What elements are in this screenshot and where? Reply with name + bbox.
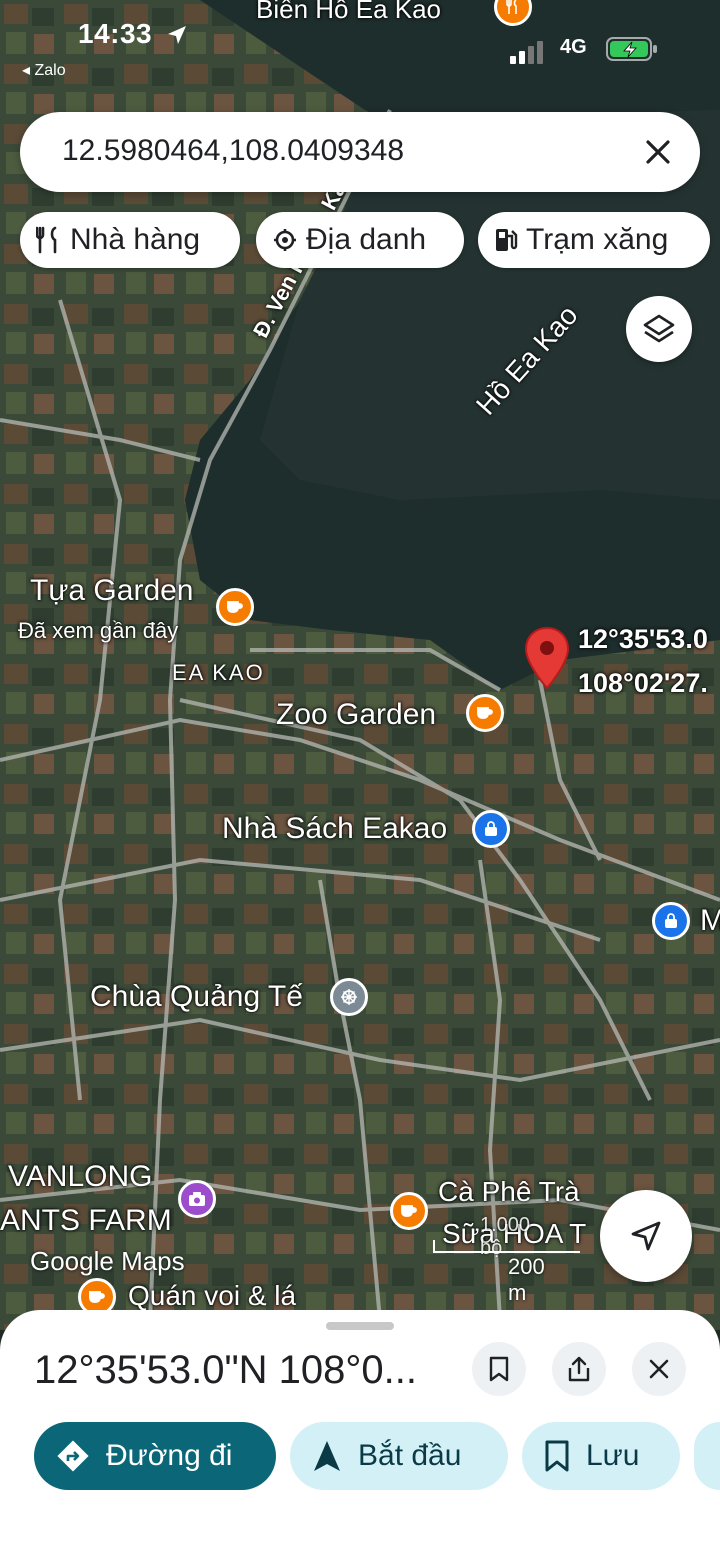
shopping-bag-icon[interactable] xyxy=(652,902,690,940)
close-icon xyxy=(649,1359,669,1379)
shopping-bag-icon[interactable] xyxy=(472,810,510,848)
pin-latitude-label: 12°35'53.0 xyxy=(578,624,708,654)
chip-restaurants[interactable]: Nhà hàng xyxy=(20,212,240,268)
google-maps-watermark: Google Maps xyxy=(30,1246,185,1276)
map-view[interactable]: Biển Hồ Ea Kao Đ. Ven Hồ EA Kao Hồ Ea Ka… xyxy=(0,0,720,1330)
save-icon-button[interactable] xyxy=(472,1342,526,1396)
landmark-icon xyxy=(272,227,298,253)
more-actions-peek[interactable] xyxy=(694,1422,720,1490)
battery-charging-icon xyxy=(606,37,657,61)
map-label-tua-garden-sub: Đã xem gần đây xyxy=(18,618,179,643)
restaurant-icon xyxy=(36,226,62,254)
cafe-icon[interactable] xyxy=(466,694,504,732)
gas-station-icon xyxy=(494,226,518,254)
action-row: Đường đi Bắt đầu Lưu xyxy=(34,1422,720,1490)
location-arrow-icon xyxy=(168,26,186,44)
navigation-arrow-icon xyxy=(631,1221,661,1251)
back-app-label: Zalo xyxy=(34,62,66,79)
back-arrow-icon: ◂ xyxy=(22,62,35,79)
bookmark-icon xyxy=(544,1440,570,1472)
cafe-icon[interactable] xyxy=(216,588,254,626)
status-bar: 14:33 ◂ Zalo 4G xyxy=(0,0,720,90)
map-label-area: EA KAO xyxy=(172,660,265,685)
bottom-sheet: 12°35'53.0"N 108°0... Đường đi Bắt đầu L… xyxy=(0,1310,720,1560)
search-query[interactable]: 12.5980464,108.0409348 xyxy=(62,134,404,168)
my-location-button[interactable] xyxy=(600,1190,692,1282)
status-time: 14:33 xyxy=(78,18,153,49)
category-chips: Nhà hàng Địa danh Trạm xăng xyxy=(20,212,720,268)
map-label-restaurant-bottom[interactable]: Quán voi & lá xyxy=(128,1280,296,1312)
scale-label: 200 m xyxy=(508,1254,545,1305)
start-label: Bắt đầu xyxy=(358,1439,462,1472)
map-label-farm-line1[interactable]: VANLONG xyxy=(8,1160,152,1194)
map-label-pagoda[interactable]: Chùa Quảng Tế xyxy=(90,980,303,1014)
satellite-imagery xyxy=(0,0,720,1330)
place-title: 12°35'53.0"N 108°0... xyxy=(34,1348,417,1392)
directions-button[interactable]: Đường đi xyxy=(34,1422,276,1490)
bookmark-icon xyxy=(489,1356,509,1382)
chip-landmarks[interactable]: Địa danh xyxy=(256,212,464,268)
network-type: 4G xyxy=(560,36,587,58)
chip-label: Nhà hàng xyxy=(70,223,201,256)
navigation-arrow-icon xyxy=(312,1439,342,1473)
save-button[interactable]: Lưu xyxy=(522,1422,680,1490)
map-label-right-edge[interactable]: M xyxy=(700,904,720,938)
temple-icon[interactable] xyxy=(330,978,368,1016)
close-sheet-button[interactable] xyxy=(632,1342,686,1396)
chip-gas-stations[interactable]: Trạm xăng xyxy=(478,212,710,268)
map-label-zoo-garden[interactable]: Zoo Garden xyxy=(276,698,436,732)
directions-label: Đường đi xyxy=(106,1439,233,1472)
map-label-bookstore[interactable]: Nhà Sách Eakao xyxy=(222,812,447,846)
pin-longitude-label: 108°02'27. xyxy=(578,668,708,698)
signal-icon xyxy=(510,41,543,64)
layers-button[interactable] xyxy=(626,296,692,362)
chip-label: Trạm xăng xyxy=(526,223,669,256)
share-icon xyxy=(568,1356,590,1382)
location-pin-icon[interactable] xyxy=(524,626,570,690)
back-to-app[interactable]: ◂ Zalo xyxy=(22,60,66,80)
cafe-icon[interactable] xyxy=(390,1192,428,1230)
scale-bar-line xyxy=(433,1240,580,1253)
map-label-farm-line2[interactable]: ANTS FARM xyxy=(0,1204,172,1238)
search-bar[interactable]: 12.5980464,108.0409348 xyxy=(20,112,700,192)
close-icon[interactable] xyxy=(640,134,676,170)
layers-icon xyxy=(643,314,675,343)
map-label-tua-garden[interactable]: Tựa Garden xyxy=(30,574,194,608)
directions-icon xyxy=(56,1439,90,1473)
start-button[interactable]: Bắt đầu xyxy=(290,1422,508,1490)
map-label-cafe-line1[interactable]: Cà Phê Trà xyxy=(438,1176,580,1208)
camera-icon[interactable] xyxy=(178,1180,216,1218)
drag-handle[interactable] xyxy=(326,1322,394,1330)
chip-label: Địa danh xyxy=(306,223,427,256)
share-button[interactable] xyxy=(552,1342,606,1396)
save-label: Lưu xyxy=(586,1439,640,1472)
